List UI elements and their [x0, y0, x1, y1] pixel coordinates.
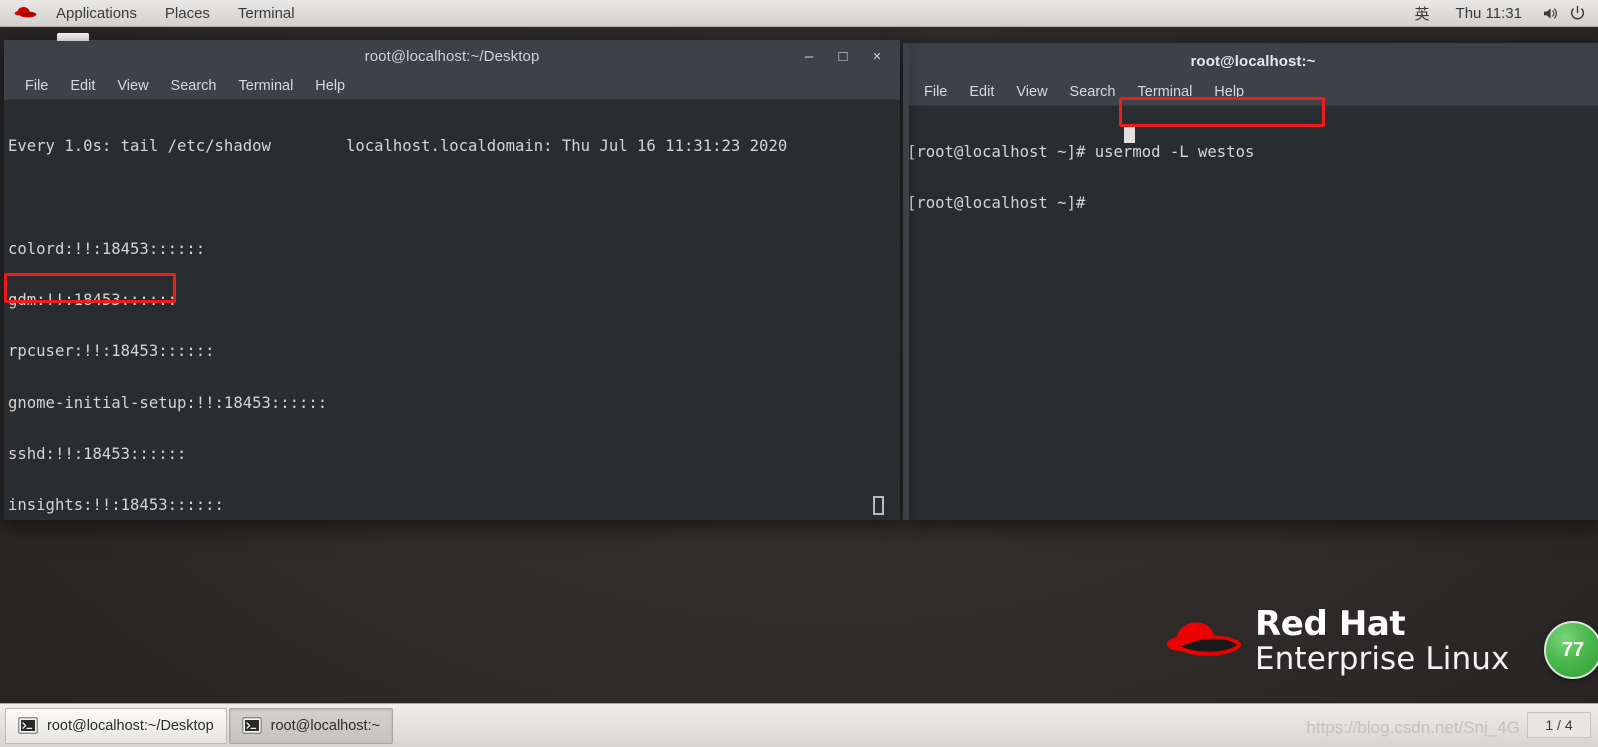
right-terminal-cursor	[1124, 126, 1135, 143]
minimize-button[interactable]: –	[792, 40, 826, 73]
right-window-title: root@localhost:~	[1190, 52, 1316, 70]
terminal-line: [root@localhost ~]# usermod -L westos	[907, 143, 1255, 162]
terminal-line: gdm:!!:18453::::::	[8, 291, 177, 310]
terminal-window-desktop[interactable]: root@localhost:~/Desktop – □ × File Edit…	[4, 40, 900, 520]
right-window-menubar: File Edit View Search Terminal Help	[903, 79, 1598, 106]
left-terminal-cursor	[873, 496, 884, 515]
menu-search[interactable]: Search	[160, 73, 228, 100]
power-icon[interactable]	[1564, 0, 1590, 27]
terminal-icon	[241, 716, 262, 735]
blog-watermark: https://blog.csdn.net/Snj_4G	[1306, 718, 1520, 737]
left-terminal-output: Every 1.0s: tail /etc/shadow localhost.l…	[4, 100, 900, 520]
terminal-line: rpcuser:!!:18453::::::	[8, 342, 215, 361]
menu-help[interactable]: Help	[304, 73, 356, 100]
brand-line-1: Red Hat	[1255, 604, 1406, 644]
left-window-menubar: File Edit View Search Terminal Help	[4, 73, 900, 100]
window-list-taskbar: root@localhost:~/Desktop root@localhost:…	[0, 703, 1598, 747]
terminal-line: [root@localhost ~]#	[907, 194, 1095, 213]
window-tab-handle[interactable]	[57, 33, 89, 41]
terminal-line: insights:!!:18453::::::	[8, 496, 224, 515]
top-bar-menu-terminal[interactable]: Terminal	[224, 0, 309, 27]
right-terminal-body[interactable]: [root@localhost ~]# usermod -L westos [r…	[903, 106, 1598, 520]
menu-file[interactable]: File	[14, 73, 59, 100]
menu-help[interactable]: Help	[1203, 79, 1255, 106]
taskbar-buttons: root@localhost:~/Desktop root@localhost:…	[0, 707, 394, 744]
gnome-top-bar: Applications Places Terminal 英 Thu 11:31	[0, 0, 1598, 27]
right-window-titlebar[interactable]: root@localhost:~	[903, 43, 1598, 79]
menu-file[interactable]: File	[913, 79, 958, 106]
desktop-screen: Applications Places Terminal 英 Thu 11:31	[0, 0, 1598, 747]
terminal-icon	[17, 716, 39, 735]
top-bar-menu-applications[interactable]: Applications	[42, 0, 151, 27]
taskbar-button-desktop-terminal[interactable]: root@localhost:~/Desktop	[5, 707, 227, 744]
workspace-indicator[interactable]: 1 / 4	[1527, 712, 1591, 738]
taskbar-button-label: root@localhost:~	[270, 717, 381, 734]
menu-terminal[interactable]: Terminal	[228, 73, 305, 100]
close-button[interactable]: ×	[860, 40, 894, 73]
redhat-logo-icon	[14, 5, 38, 21]
brand-line-2: Enterprise Linux	[1255, 641, 1510, 677]
clock[interactable]: Thu 11:31	[1440, 5, 1538, 22]
right-window-edge	[903, 43, 909, 520]
left-terminal-body[interactable]: Every 1.0s: tail /etc/shadow localhost.l…	[4, 100, 900, 520]
taskbar-button-home-terminal[interactable]: root@localhost:~	[228, 707, 394, 744]
terminal-line: gnome-initial-setup:!!:18453::::::	[8, 393, 328, 412]
redhat-wordmark: Red Hat Enterprise Linux	[1255, 607, 1509, 675]
left-window-titlebar[interactable]: root@localhost:~/Desktop – □ ×	[4, 40, 900, 73]
menu-terminal[interactable]: Terminal	[1127, 79, 1204, 106]
redhat-fedora-hat-icon	[1165, 614, 1243, 668]
menu-edit[interactable]: Edit	[59, 73, 106, 100]
top-bar-right-group: 英 Thu 11:31	[1405, 0, 1598, 27]
menu-view[interactable]: View	[1005, 79, 1058, 106]
top-bar-left-group: Applications Places Terminal	[0, 0, 309, 27]
terminal-line: sshd:!!:18453::::::	[8, 444, 187, 463]
menu-view[interactable]: View	[106, 73, 159, 100]
left-window-title: root@localhost:~/Desktop	[364, 48, 540, 65]
redhat-branding: Red Hat Enterprise Linux	[1165, 607, 1509, 675]
maximize-button[interactable]: □	[826, 40, 860, 73]
top-bar-menu-places[interactable]: Places	[151, 0, 224, 27]
terminal-line: colord:!!:18453::::::	[8, 239, 206, 258]
menu-search[interactable]: Search	[1059, 79, 1127, 106]
taskbar-button-label: root@localhost:~/Desktop	[47, 717, 214, 734]
green-status-badge[interactable]: 77	[1544, 621, 1598, 679]
volume-icon[interactable]	[1538, 0, 1564, 27]
menu-edit[interactable]: Edit	[958, 79, 1005, 106]
input-method-indicator[interactable]: 英	[1405, 3, 1440, 24]
terminal-window-home[interactable]: root@localhost:~ File Edit View Search T…	[903, 43, 1598, 520]
terminal-line: Every 1.0s: tail /etc/shadow localhost.l…	[8, 137, 788, 156]
right-terminal-output: [root@localhost ~]# usermod -L westos [r…	[903, 106, 1598, 247]
window-controls: – □ ×	[792, 40, 894, 73]
